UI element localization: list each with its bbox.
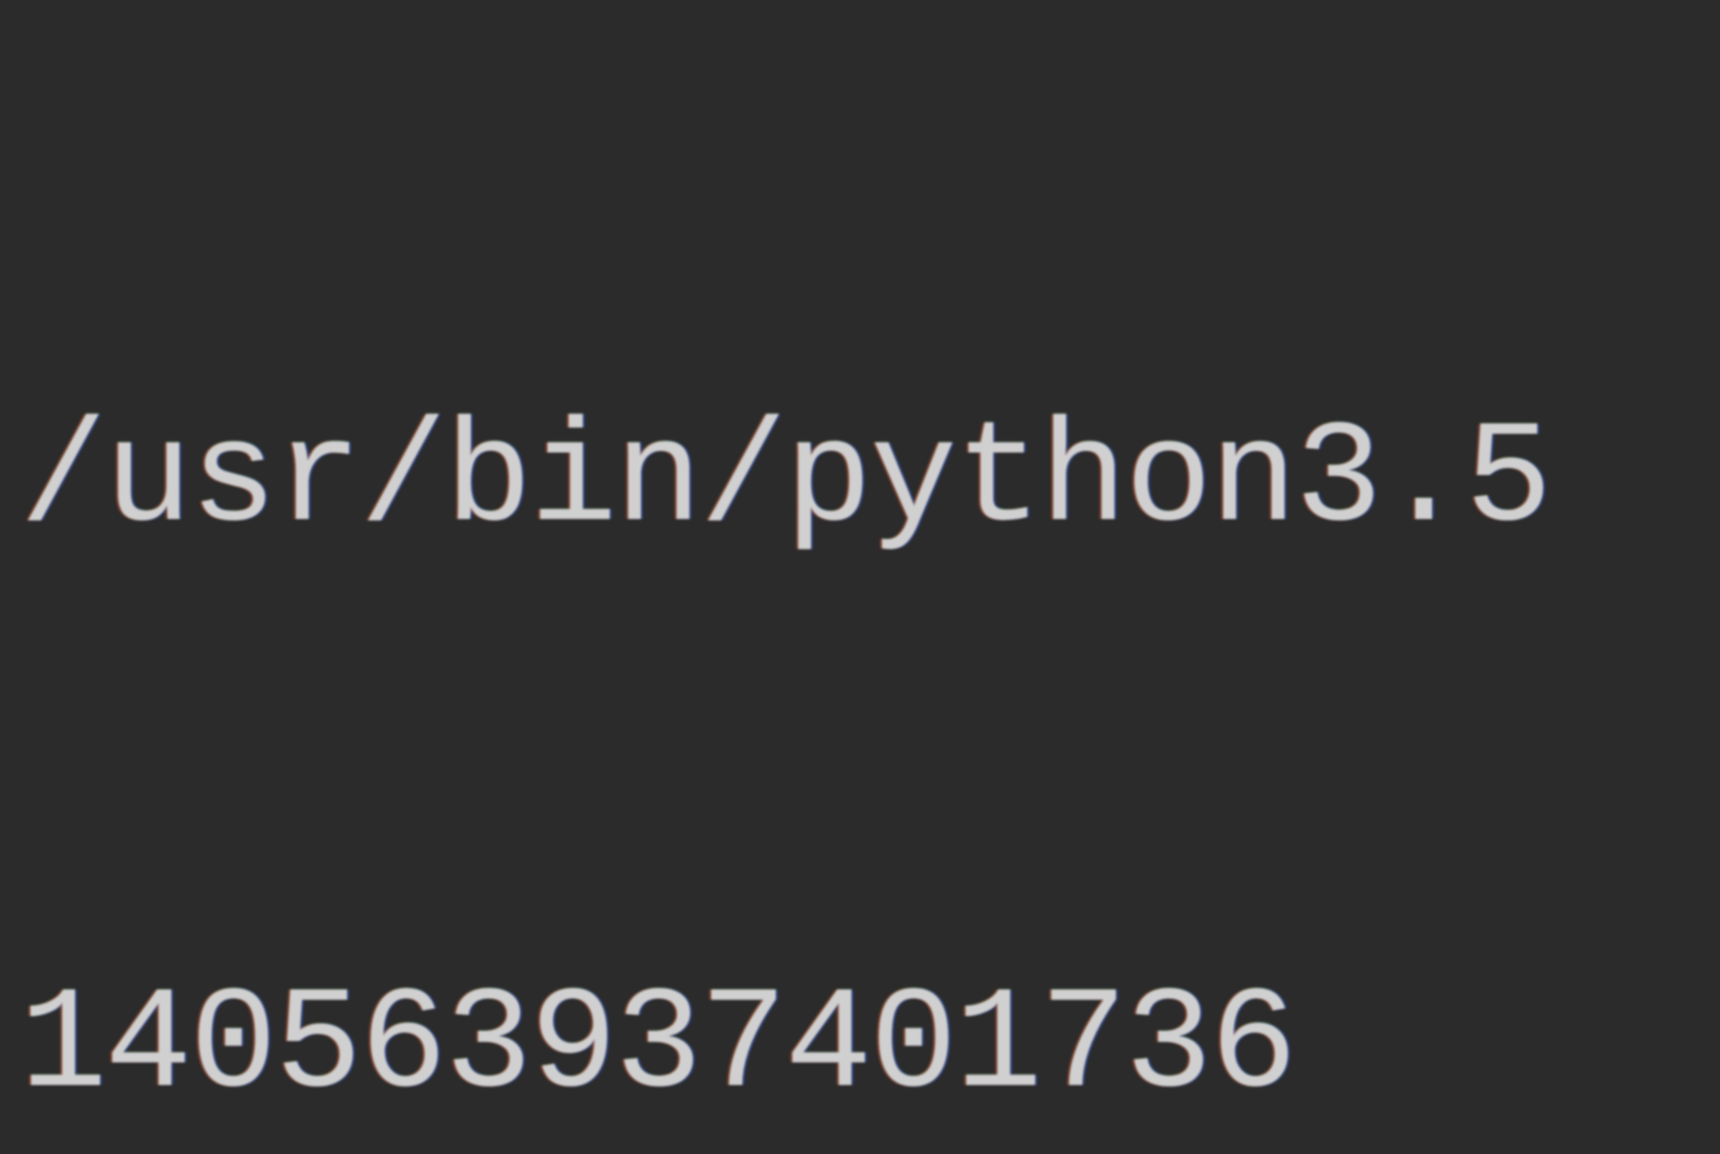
terminal-line: 140563937401736: [20, 953, 1700, 1142]
terminal-output: /usr/bin/python3.5 140563937401736 14056…: [20, 10, 1700, 1154]
terminal-line: /usr/bin/python3.5: [20, 387, 1700, 576]
